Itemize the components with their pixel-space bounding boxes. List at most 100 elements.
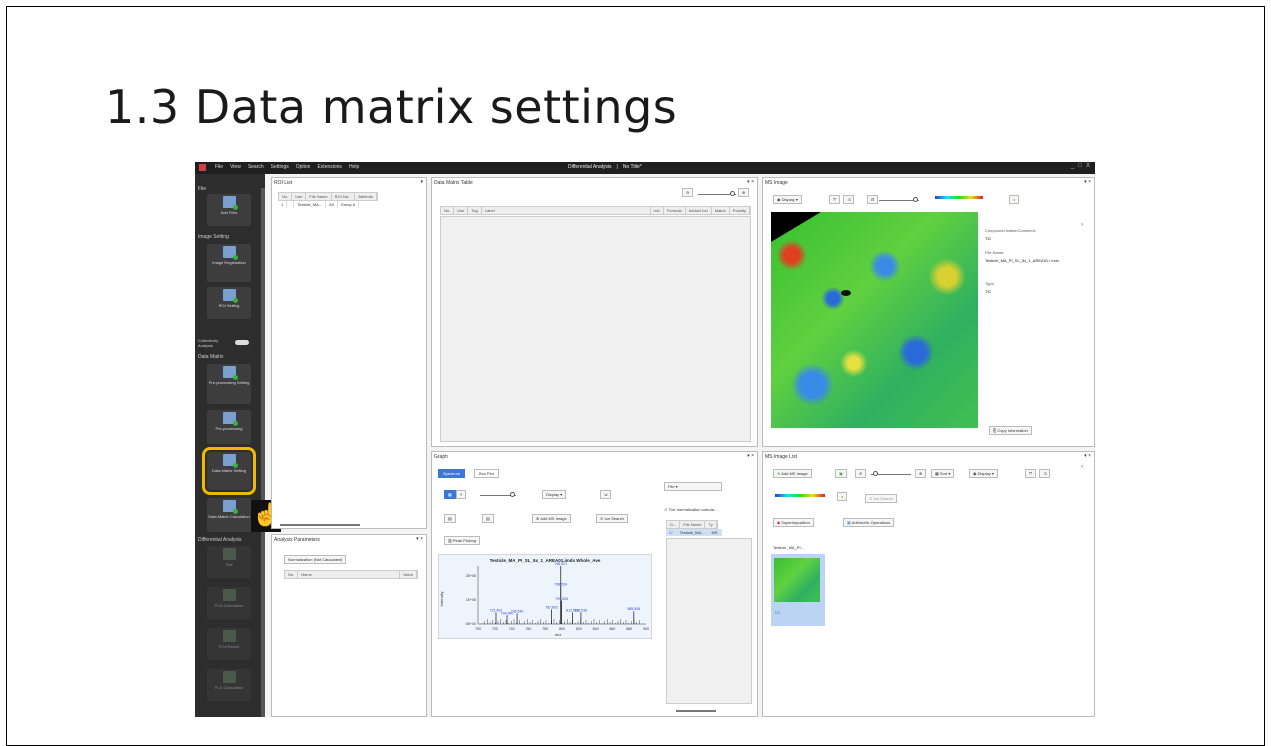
graph-display-dropdown[interactable]: Display ▾: [542, 490, 567, 499]
image-list-fit-icon[interactable]: ⤧: [1025, 469, 1037, 478]
pca-calculation-button[interactable]: PCA Calculation: [207, 587, 251, 619]
ms-image-zoom-knob[interactable]: [913, 197, 918, 202]
pca-result-button[interactable]: PCA Result: [207, 628, 251, 660]
roi-setting-button[interactable]: ROI Setting: [207, 287, 251, 319]
image-list-actual-size-icon[interactable]: ⤨: [1039, 469, 1051, 478]
dm-col-label[interactable]: Label: [482, 207, 651, 214]
dm-col-polarity[interactable]: Polarity: [730, 207, 750, 214]
maximize-button[interactable]: □: [1078, 163, 1082, 169]
roi-list-pin-icon[interactable]: ▾: [420, 179, 423, 185]
roi-col-attribute[interactable]: Attribute: [355, 193, 378, 200]
tab-spectrum[interactable]: Spectrum: [438, 469, 466, 478]
image-registration-button[interactable]: Image Registration: [207, 244, 251, 282]
ms-image-list-close-icon[interactable]: ▾ ×: [1084, 453, 1091, 459]
analysis-parameters-close-icon[interactable]: ▾ ×: [416, 536, 423, 542]
close-button[interactable]: X: [1086, 163, 1090, 169]
roi-col-filename[interactable]: File Name: [306, 193, 332, 200]
menu-extensions[interactable]: Extensions: [317, 164, 341, 171]
roi-list-hscrollbar[interactable]: [280, 524, 360, 526]
ms-image-thumbnail[interactable]: TIC: [771, 554, 825, 626]
zoom-out-icon[interactable]: ⊖: [682, 188, 694, 197]
image-list-collapse-icon[interactable]: ‹: [1081, 464, 1083, 470]
roi-col-no[interactable]: No.: [279, 193, 293, 200]
file-col-name[interactable]: File Name: [680, 521, 706, 528]
sidebar-section-data-matrix[interactable]: Data Matrix: [198, 354, 224, 360]
preprocessing-setting-button[interactable]: Pre-processing Setting: [207, 364, 251, 404]
ms-image-colorbar[interactable]: [935, 196, 983, 199]
ms-image-color-icon[interactable]: ●: [1009, 195, 1020, 204]
ms-image-close-icon[interactable]: ▾ ×: [1084, 179, 1091, 185]
ion-search-button[interactable]: ⊙ Ion Search: [596, 514, 628, 523]
menu-option[interactable]: Option: [296, 164, 311, 171]
tab-box-plot[interactable]: Box Plot: [474, 469, 499, 478]
ms-image-zoom-out-icon[interactable]: ⊟: [867, 195, 879, 204]
add-ms-image-list-button[interactable]: ⊕ Add MS Image: [773, 469, 812, 478]
image-list-color-icon[interactable]: ●: [837, 492, 848, 501]
sidebar-section-image-setting[interactable]: Image Setting: [198, 234, 229, 240]
sidebar-section-file[interactable]: File: [198, 186, 206, 192]
actual-size-icon[interactable]: ⤨: [843, 195, 855, 204]
image-list-colorbar[interactable]: [775, 494, 825, 497]
file-col-type[interactable]: Ty: [705, 521, 717, 528]
normalization-button[interactable]: Normalization (Not Calculated): [284, 555, 347, 564]
table-row[interactable]: ☑ Testicle_MA... MS: [666, 529, 722, 536]
graph-tool-2-icon[interactable]: ▤: [482, 514, 494, 523]
graph-close-icon[interactable]: ▾ ×: [747, 453, 754, 459]
ap-col-value[interactable]: Value: [400, 571, 417, 578]
image-list-zoom-knob[interactable]: [873, 471, 878, 476]
image-list-zoom-out-icon[interactable]: ⊖: [855, 469, 867, 478]
ap-col-name[interactable]: Name: [298, 571, 401, 578]
ap-col-no[interactable]: No.: [285, 571, 299, 578]
pls-calculation-button[interactable]: PLS Calculation: [207, 669, 251, 701]
superimposition-button[interactable]: ◆ Superimposition: [773, 518, 814, 527]
table-row[interactable]: 1 Testicle_MA... All Group A: [278, 201, 360, 208]
peak-picking-button[interactable]: ▥ Peak Picking: [444, 536, 481, 545]
file-select-dropdown[interactable]: File ▾: [664, 482, 722, 491]
zoom-in-icon[interactable]: ⊕: [738, 188, 750, 197]
arithmetic-operations-button[interactable]: ▦ Arithmetic Operations: [843, 518, 895, 527]
copy-information-button[interactable]: ⎘ Copy Information: [989, 426, 1032, 435]
image-list-display-dropdown[interactable]: ◉ Display ▾: [969, 469, 998, 478]
add-files-button[interactable]: Add Files: [207, 194, 251, 226]
roi-col-roiname[interactable]: ROI Na...: [332, 193, 356, 200]
data-matrix-setting-button[interactable]: Data Matrix Setting: [202, 447, 256, 495]
info-collapse-icon[interactable]: ›: [1081, 222, 1083, 228]
grid-view-icon[interactable]: ▦: [444, 490, 456, 499]
dm-col-adduct[interactable]: Adduct Ion: [686, 207, 712, 214]
add-ms-image-button[interactable]: ⊕ Add MS Image: [532, 514, 571, 523]
sidebar-section-differential-analysis[interactable]: Differential Analysis: [198, 537, 242, 543]
fit-icon[interactable]: ⤧: [829, 195, 841, 204]
dm-col-use[interactable]: Use: [454, 207, 469, 214]
menu-help[interactable]: Help: [349, 164, 359, 171]
roi-col-use[interactable]: Use: [292, 193, 307, 200]
minimize-button[interactable]: _: [1071, 163, 1074, 169]
file-col-d[interactable]: D...: [667, 521, 681, 528]
zoom-slider-knob[interactable]: [730, 191, 735, 196]
roi-cell-use[interactable]: [287, 201, 295, 208]
graph-tool-1-icon[interactable]: ▤: [444, 514, 456, 523]
dm-col-no[interactable]: No.: [441, 207, 455, 214]
list-view-icon[interactable]: ≡: [456, 490, 467, 499]
graph-zoom-knob[interactable]: [510, 492, 515, 497]
ms-image-heatmap[interactable]: [771, 212, 978, 428]
image-list-ion-search-button[interactable]: ⊙ Ion Search: [865, 494, 897, 503]
dm-col-mz[interactable]: m/z: [651, 207, 664, 214]
dm-col-formula[interactable]: Formula: [664, 207, 686, 214]
data-matrix-calculation-button[interactable]: Data Matrix Calculation: [207, 498, 251, 532]
preprocessing-button[interactable]: Pre-processing: [207, 410, 251, 444]
menu-settings[interactable]: Settings: [271, 164, 289, 171]
file-list-hscrollbar[interactable]: [676, 710, 716, 712]
collectively-analysis-toggle[interactable]: [235, 340, 249, 345]
ttest-button[interactable]: Test: [207, 546, 251, 578]
data-matrix-table-close-icon[interactable]: ▾ ×: [747, 179, 754, 185]
sidebar-scrollbar[interactable]: [261, 188, 265, 717]
file-row-checkbox[interactable]: ☑: [666, 529, 677, 536]
ms-image-display-dropdown[interactable]: ◉ Display ▾: [773, 195, 802, 204]
menu-file[interactable]: File: [215, 164, 223, 171]
spectrum-chart[interactable]: Testicle_MA_PI_SL_5x_1_AREA01.imdx Whole…: [438, 554, 652, 639]
menu-search[interactable]: Search: [248, 164, 264, 171]
dm-col-matrix[interactable]: Matrix: [712, 207, 730, 214]
sort-dropdown[interactable]: ▦ Sort ▾: [931, 469, 955, 478]
graph-export-icon[interactable]: ⇲: [600, 490, 612, 499]
image-list-zoom-in-icon[interactable]: ⊕: [915, 469, 927, 478]
